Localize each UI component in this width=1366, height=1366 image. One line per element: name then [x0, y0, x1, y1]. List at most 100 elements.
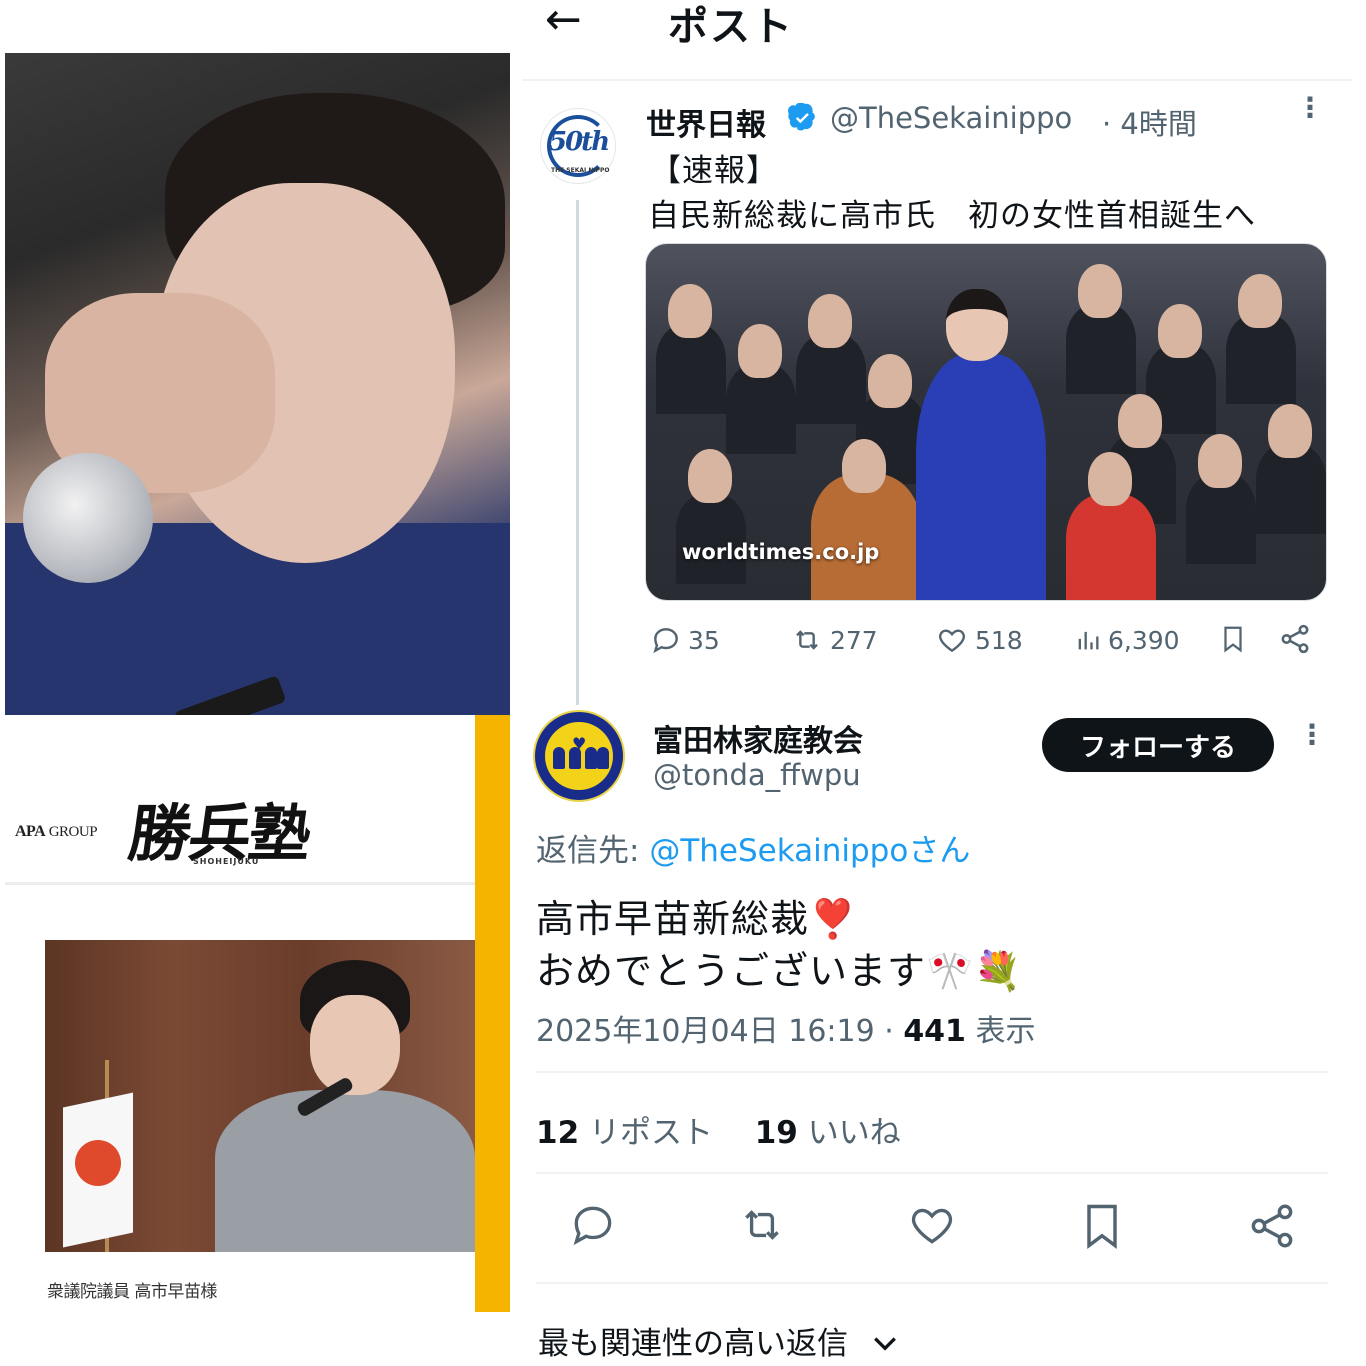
heart-icon [939, 629, 965, 653]
crowd-member [1088, 452, 1132, 506]
chevron-down-icon [873, 1337, 896, 1351]
crowd-member [808, 294, 852, 348]
reposts-label: リポスト [589, 1115, 713, 1151]
replying-to-link[interactable]: @TheSekainippoさん [649, 833, 970, 869]
share-button[interactable] [1246, 1200, 1298, 1256]
repost-button[interactable] [736, 1200, 788, 1254]
photo-water-bottle [23, 453, 153, 583]
reply-timestamp[interactable]: 2025年10月04日 16:19 · [536, 1014, 894, 1049]
crowd-member-orange [811, 474, 921, 600]
thread-connector-line [576, 200, 579, 705]
back-arrow-icon[interactable]: ← [545, 0, 582, 45]
reply-author-handle[interactable]: @tonda_ffwpu [653, 758, 861, 792]
crowd-member [688, 449, 732, 503]
bookmark-icon [1087, 1204, 1117, 1249]
avatar-figure [585, 747, 597, 769]
repost-icon [745, 1210, 779, 1240]
reply-sort-dropdown[interactable]: 最も関連性の高い返信 [538, 1318, 898, 1363]
tweet1-like-action[interactable]: 518 [935, 624, 1023, 656]
reply-icon [573, 1206, 612, 1246]
tweet1-repost-action[interactable]: 277 [790, 624, 878, 656]
speaker-body [215, 1090, 475, 1252]
likes-stat[interactable]: 19 いいね [755, 1115, 901, 1151]
tweet1-views-action[interactable]: 6,390 [1074, 624, 1180, 656]
likes-count: 19 [754, 1115, 798, 1151]
tweet1-timestamp[interactable]: · 4時間 [1102, 101, 1197, 143]
crowd-member [676, 494, 746, 584]
crowd-member [868, 354, 912, 408]
tonda-avatar[interactable]: ♥ [533, 710, 625, 802]
reply-views-label: 表示 [975, 1014, 1036, 1049]
views-icon [1078, 631, 1099, 650]
divider [536, 1071, 1328, 1073]
tweet1-views-count: 6,390 [1108, 625, 1180, 655]
divider [536, 1172, 1328, 1174]
tweet1-author-name[interactable]: 世界日報 [646, 100, 766, 144]
crowd-member [1118, 394, 1162, 448]
reposts-count: 12 [536, 1115, 580, 1151]
crowd-member [1158, 304, 1202, 358]
bookmark-icon [1224, 626, 1242, 653]
avatar-heart-icon: ♥ [572, 734, 587, 753]
crowd-member [1198, 434, 1242, 488]
crowd-member [738, 324, 782, 378]
share-icon [1281, 624, 1309, 654]
avatar-figure [553, 747, 565, 769]
avatar-sub-text: THE SEKAI NIPPO [551, 167, 610, 174]
ad-yellow-stripe [475, 715, 510, 1312]
tweet1-repost-count: 277 [830, 625, 878, 655]
reply-icon [653, 628, 678, 654]
reply-author-name[interactable]: 富田林家庭教会 [653, 716, 863, 760]
apa-brand: APA [15, 823, 46, 840]
tweet1-like-count: 518 [975, 625, 1023, 655]
reply-text-line2: おめでとうございます🎌💐 [536, 949, 1023, 993]
speech-photo [45, 940, 475, 1252]
replying-to-row: 返信先: @TheSekainippoさん [536, 825, 970, 870]
tweet1-photo[interactable]: worldtimes.co.jp [645, 243, 1327, 601]
crowd-member [842, 439, 886, 493]
tweet1-bookmark-action[interactable] [1218, 622, 1248, 656]
sekainippo-avatar[interactable]: 50th THE SEKAI NIPPO [540, 108, 616, 184]
reposts-stat[interactable]: 12 リポスト [536, 1115, 723, 1151]
tweet1-more-icon[interactable]: ⋮ [1296, 94, 1324, 122]
apa-group: GROUP [48, 824, 98, 840]
apa-group-logo: APA GROUP [15, 823, 98, 841]
replying-to-label: 返信先: [536, 833, 640, 869]
photo-watermark: worldtimes.co.jp [682, 540, 880, 564]
avatar-figure [597, 747, 609, 769]
follow-button[interactable]: フォローする [1042, 718, 1274, 772]
reply-text-line1: 高市早苗新総裁❣️ [536, 897, 858, 941]
reply-views-count: 441 [903, 1014, 966, 1049]
heart-icon [911, 1208, 953, 1244]
tweet1-reply-action[interactable]: 35 [650, 624, 720, 656]
tweet1-handle[interactable]: @TheSekainippo [830, 101, 1072, 135]
bookmark-button[interactable] [1076, 1200, 1128, 1256]
crowd-member-red [1066, 494, 1156, 600]
reply-more-icon[interactable]: ⋮ [1298, 721, 1326, 749]
apa-ad-panel: APA GROUP 勝兵塾 SHOHEIJUKU 衆議院議員 高市早苗様 [5, 715, 510, 1312]
woman-in-blue [916, 354, 1046, 600]
tweet1-reply-count: 35 [688, 625, 720, 655]
header-divider [522, 79, 1352, 81]
woman-in-blue-head [946, 289, 1008, 361]
tweet1-share-action[interactable] [1278, 622, 1312, 656]
crowd-member [1238, 274, 1282, 328]
like-button[interactable] [906, 1200, 958, 1254]
tweet1-text-line1: 【速報】 [650, 153, 778, 189]
reply-meta-row: 2025年10月04日 16:19 · 441 表示 [536, 1006, 1035, 1050]
engagement-stats: 12 リポスト 19 いいね [536, 1107, 901, 1152]
news-photo-drinking [5, 53, 510, 715]
repost-icon [796, 630, 818, 650]
speech-photo-caption: 衆議院議員 高市早苗様 [47, 1282, 217, 1302]
shoheijuku-logo-sub: SHOHEIJUKU [193, 857, 260, 866]
speaker-face [310, 995, 400, 1095]
likes-label: いいね [807, 1115, 901, 1151]
reply-button[interactable] [568, 1200, 618, 1254]
share-icon [1251, 1204, 1293, 1248]
crowd-member [668, 284, 712, 338]
crowd-member [1078, 264, 1122, 318]
avatar-50th-text: 50th [549, 127, 610, 157]
reply-sort-label: 最も関連性の高い返信 [538, 1326, 848, 1362]
page-title: ポスト [668, 4, 794, 50]
reply-action-bar [560, 1200, 1320, 1260]
